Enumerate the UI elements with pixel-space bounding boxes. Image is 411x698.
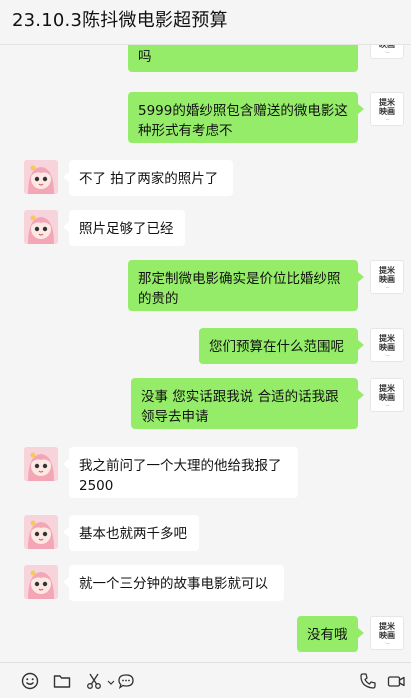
message-text: 吗	[138, 49, 152, 65]
message-text: 照片足够了已经	[79, 221, 174, 237]
message-text: 基本也就两千多吧	[79, 526, 187, 542]
brand-avatar[interactable]: 提米 映画 ·—	[370, 328, 404, 362]
girl-avatar-icon	[24, 447, 58, 481]
message-bubble-outgoing[interactable]: 5999的婚纱照包含赠送的微电影这种形式有考虑不	[128, 92, 364, 143]
emoji-icon[interactable]	[20, 671, 40, 691]
girl-avatar-icon	[24, 160, 58, 194]
brand-avatar[interactable]: 提米 映画 ·—	[370, 45, 404, 59]
message-bubble-incoming[interactable]: 不了 拍了两家的照片了	[63, 160, 233, 196]
chat-header: 23.10.3陈抖微电影超预算	[0, 0, 411, 45]
message-text: 没事 您实话跟我说 合适的话我跟领导去申请	[141, 389, 339, 425]
message-text: 我之前问了一个大理的他给我报了2500	[79, 458, 282, 494]
message-text: 5999的婚纱照包含赠送的微电影这种形式有考虑不	[138, 103, 348, 139]
brand-avatar[interactable]: 提米 映画 ·—	[370, 260, 404, 294]
message-bubble-outgoing[interactable]: 您们预算在什么范围呢	[199, 328, 364, 364]
video-icon[interactable]	[386, 671, 406, 691]
message-bubble-incoming[interactable]: 基本也就两千多吧	[63, 515, 199, 551]
message-bubble-outgoing[interactable]: 吗	[128, 45, 358, 72]
message-list[interactable]: 吗 提米 映画 ·— 5999的婚纱照包含赠送的微电影这种形式有考虑不 提米 映…	[0, 45, 411, 662]
message-text: 不了 拍了两家的照片了	[79, 171, 219, 187]
message-bubble-incoming[interactable]: 我之前问了一个大理的他给我报了2500	[63, 447, 298, 498]
message-text: 就一个三分钟的故事电影就可以	[79, 576, 268, 592]
contact-avatar[interactable]	[24, 447, 58, 481]
message-bubble-outgoing[interactable]: 那定制微电影确实是价位比婚纱照的贵的	[128, 260, 364, 311]
contact-avatar[interactable]	[24, 210, 58, 244]
message-bubble-outgoing[interactable]: 没事 您实话跟我说 合适的话我跟领导去申请	[131, 378, 364, 429]
message-bubble-incoming[interactable]: 就一个三分钟的故事电影就可以	[63, 565, 284, 601]
contact-avatar[interactable]	[24, 565, 58, 599]
message-text: 没有哦	[307, 627, 348, 643]
input-toolbar	[0, 662, 411, 698]
contact-avatar[interactable]	[24, 515, 58, 549]
girl-avatar-icon	[24, 515, 58, 549]
folder-icon[interactable]	[52, 671, 72, 691]
contact-avatar[interactable]	[24, 160, 58, 194]
girl-avatar-icon	[24, 210, 58, 244]
dropdown-arrow-icon[interactable]	[101, 671, 115, 691]
message-bubble-incoming[interactable]: 照片足够了已经	[63, 210, 185, 246]
message-text: 您们预算在什么范围呢	[209, 339, 344, 355]
brand-avatar[interactable]: 提米 映画 ·—	[370, 616, 404, 650]
chat-title: 23.10.3陈抖微电影超预算	[12, 10, 228, 31]
chat-bubble-icon[interactable]	[116, 671, 136, 691]
message-text: 那定制微电影确实是价位比婚纱照的贵的	[138, 271, 341, 307]
girl-avatar-icon	[24, 565, 58, 599]
phone-icon[interactable]	[358, 671, 378, 691]
brand-avatar[interactable]: 提米 映画 ·—	[370, 378, 404, 412]
brand-avatar[interactable]: 提米 映画 ·—	[370, 92, 404, 126]
message-bubble-outgoing[interactable]: 没有哦	[297, 616, 364, 652]
